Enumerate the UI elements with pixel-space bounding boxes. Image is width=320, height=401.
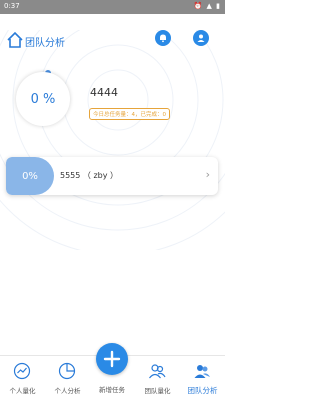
plus-icon xyxy=(103,350,121,368)
team-users-icon xyxy=(149,364,166,379)
tab-label: 团队量化 xyxy=(144,387,171,395)
tab-label: 个人分析 xyxy=(54,387,81,395)
tab-personal-analysis[interactable]: 个人分析 xyxy=(45,356,90,401)
home-button[interactable] xyxy=(6,31,24,49)
team-progress-circle: 0 % xyxy=(16,72,70,126)
tab-label: 团队分析 xyxy=(187,386,218,395)
tab-team-analysis[interactable]: 团队分析 xyxy=(180,356,225,401)
add-task-button[interactable] xyxy=(96,343,128,375)
notification-button[interactable] xyxy=(155,30,171,46)
add-task-label: 新增任务 xyxy=(99,386,125,394)
tab-label: 个人量化 xyxy=(9,387,36,395)
member-progress: 0% xyxy=(6,157,54,195)
home-icon xyxy=(7,31,23,48)
trend-chart-icon xyxy=(13,362,31,380)
team-analysis-icon xyxy=(194,365,210,378)
status-time: 0:37 xyxy=(4,2,20,10)
status-bar: 0:37 ⏰ ▲ ▮ xyxy=(0,0,225,14)
team-name: 4444 xyxy=(90,86,118,99)
task-summary-badge: 今日总任务量：4，已完成：0 xyxy=(89,108,170,120)
member-card[interactable]: 0% 5555 （ zby ） › xyxy=(6,157,218,195)
pie-chart-icon xyxy=(58,362,76,380)
background-rings xyxy=(0,30,225,250)
bell-icon xyxy=(160,34,166,43)
chevron-right-icon: › xyxy=(205,168,210,181)
tab-personal-quant[interactable]: 个人量化 xyxy=(0,356,45,401)
status-icons: ⏰ ▲ ▮ xyxy=(193,2,221,10)
team-progress-value: 0 % xyxy=(30,91,56,107)
tab-team-quant[interactable]: 团队量化 xyxy=(135,356,180,401)
member-name: 5555 （ zby ） xyxy=(60,171,118,180)
user-icon xyxy=(197,34,205,42)
page-title: 团队分析 xyxy=(25,38,65,49)
profile-button[interactable] xyxy=(193,30,209,46)
